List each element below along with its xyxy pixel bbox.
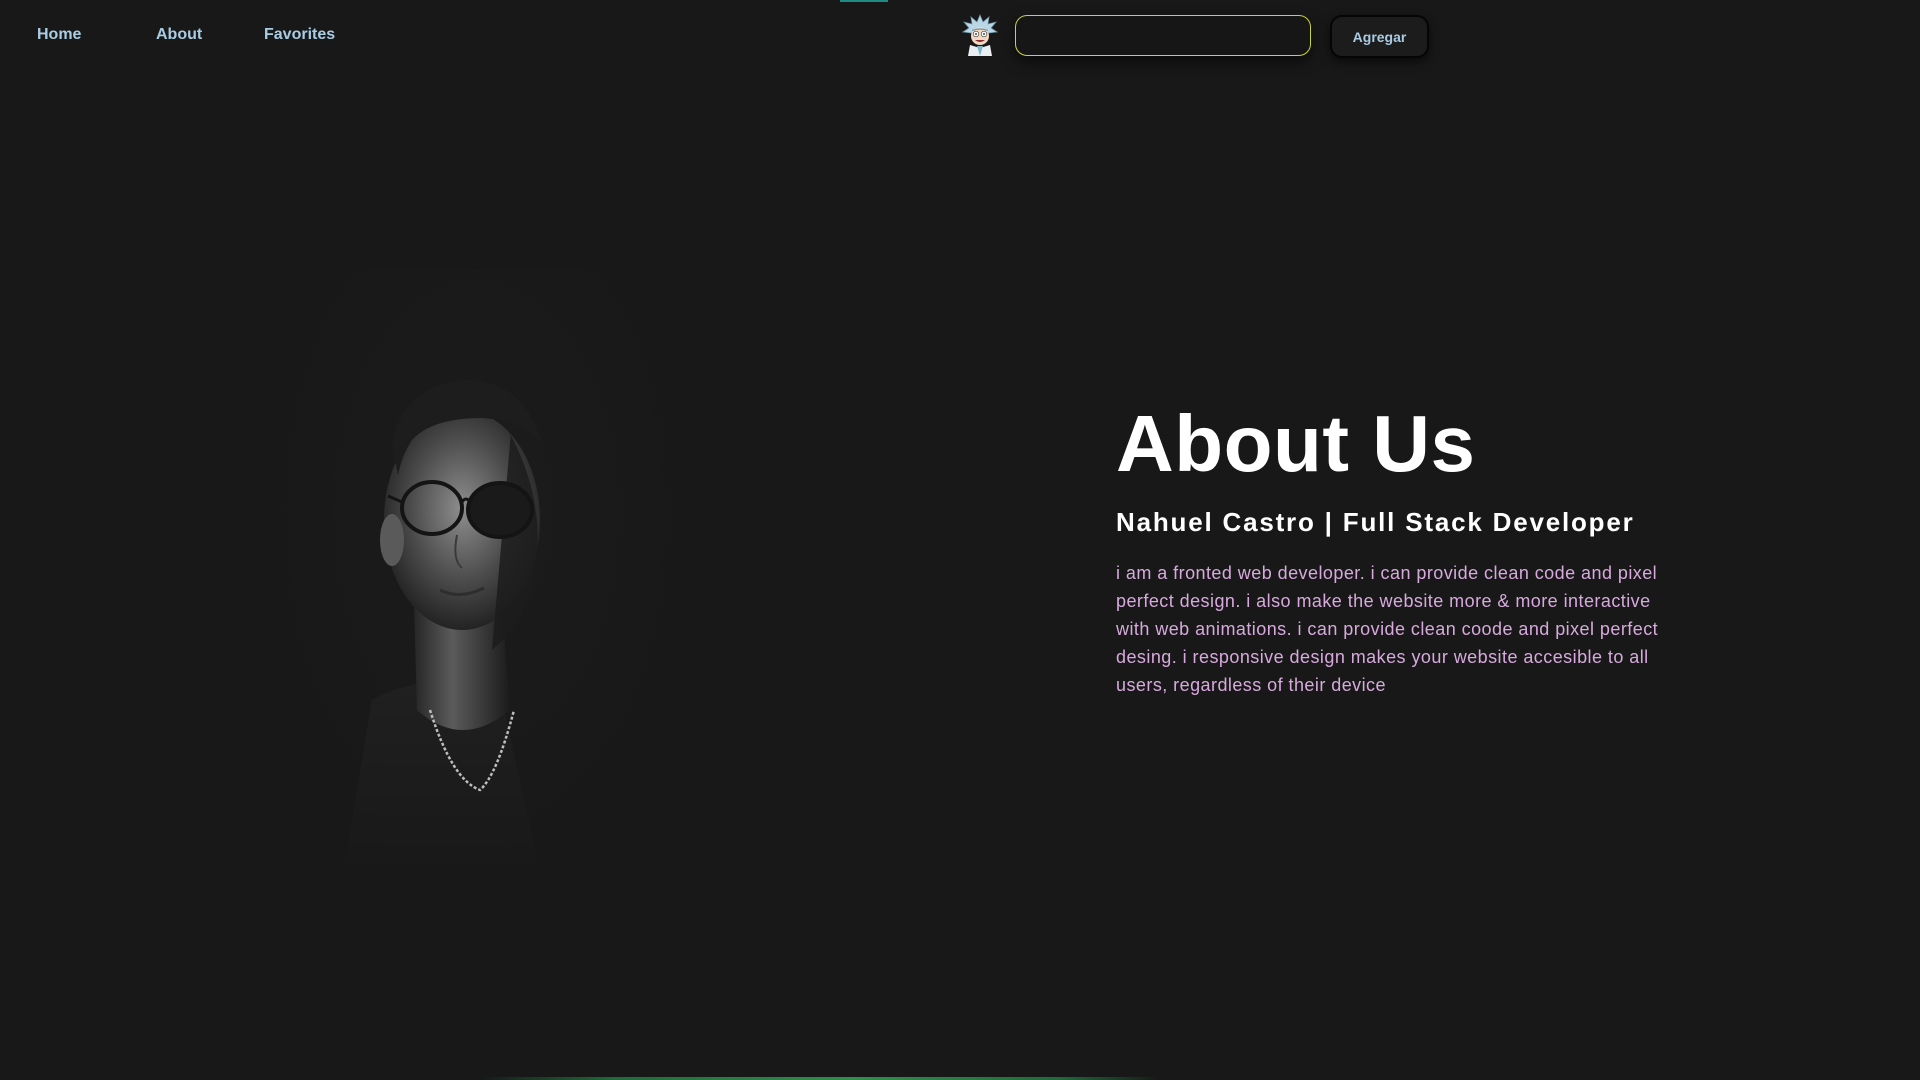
about-page: Home About Favorites Agregar About Us Na…	[0, 0, 1920, 1080]
about-section: About Us Nahuel Castro | Full Stack Deve…	[1116, 400, 1676, 699]
nav-link-about[interactable]: About	[156, 26, 202, 44]
developer-subtitle: Nahuel Castro | Full Stack Developer	[1116, 507, 1635, 537]
nav-link-favorites[interactable]: Favorites	[264, 26, 335, 44]
nav-link-home[interactable]: Home	[37, 26, 81, 44]
nav-accent-line	[840, 0, 888, 2]
page-title: About Us	[1116, 399, 1476, 488]
character-id-input[interactable]	[1015, 15, 1311, 56]
about-description: i am a fronted web developer. i can prov…	[1116, 563, 1659, 695]
profile-photo	[252, 270, 702, 880]
top-navbar: Home About Favorites Agregar	[0, 0, 1920, 74]
rick-avatar-icon	[961, 13, 999, 56]
add-button[interactable]: Agregar	[1330, 15, 1429, 58]
